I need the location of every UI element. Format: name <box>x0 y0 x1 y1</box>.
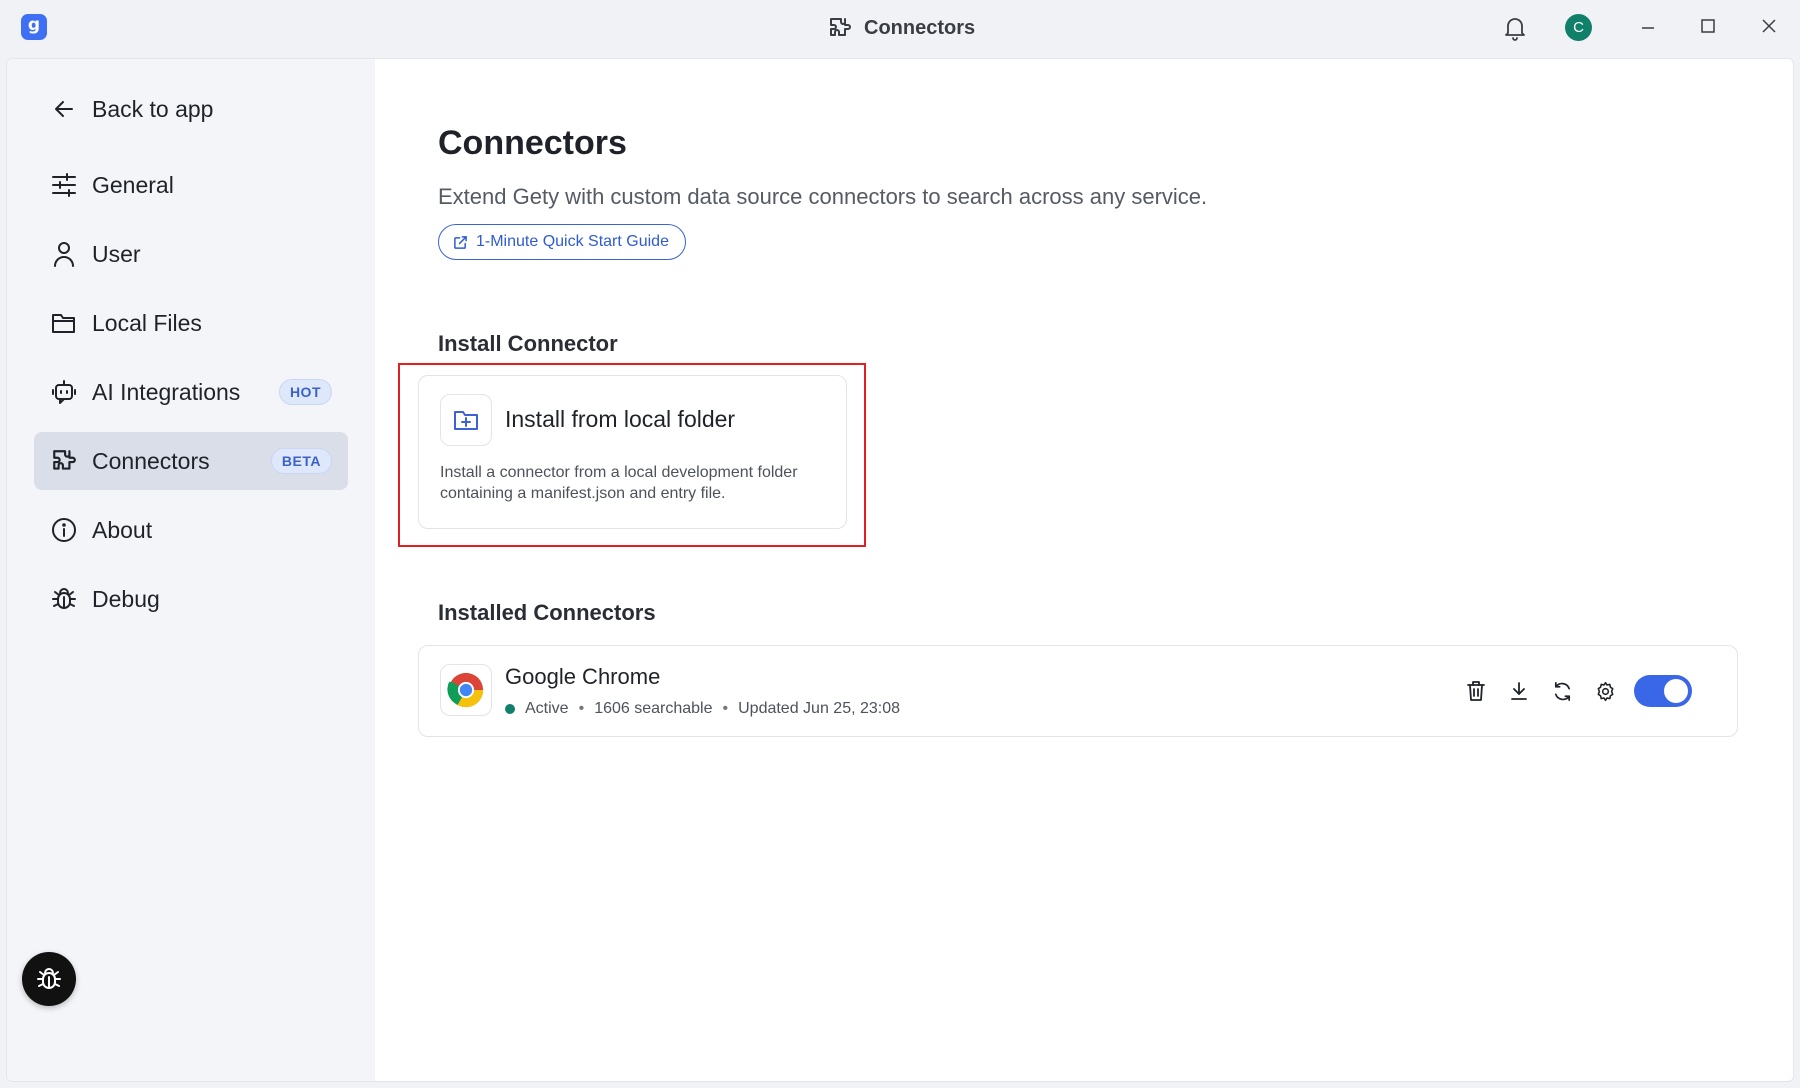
hot-badge: HOT <box>278 379 332 405</box>
install-card-description: Install a connector from a local develop… <box>440 464 798 502</box>
puzzle-icon <box>50 447 78 475</box>
install-from-local-folder-card[interactable]: Install from local folder Install a conn… <box>418 375 847 529</box>
connector-actions <box>1456 670 1692 712</box>
sidebar-item-about[interactable]: About <box>34 501 348 559</box>
updated-timestamp: Updated Jun 25, 23:08 <box>738 700 901 717</box>
bell-icon[interactable] <box>1500 13 1530 43</box>
delete-button[interactable] <box>1456 671 1496 711</box>
minimize-icon[interactable] <box>1634 14 1662 42</box>
window-title: Connectors <box>828 12 975 44</box>
title-bar: g Connectors C <box>0 0 1800 56</box>
page-title: Connectors <box>438 124 627 162</box>
folder-plus-icon <box>440 394 492 446</box>
main-frame: Back to app General User Local Files AI … <box>6 58 1794 1082</box>
download-button[interactable] <box>1499 671 1539 711</box>
sliders-icon <box>50 171 78 199</box>
gear-icon <box>1595 681 1616 702</box>
info-icon <box>50 516 78 544</box>
arrow-left-icon <box>50 95 78 123</box>
settings-button[interactable] <box>1585 671 1625 711</box>
debug-fab-button[interactable] <box>22 952 76 1006</box>
status-dot <box>505 704 515 714</box>
user-icon <box>50 240 78 268</box>
bug-icon <box>50 585 78 613</box>
connector-row: Google Chrome Active • 1606 searchable •… <box>418 645 1738 737</box>
sidebar: Back to app General User Local Files AI … <box>7 59 375 1081</box>
bot-icon <box>50 378 78 406</box>
folder-icon <box>50 309 78 337</box>
sidebar-item-ai-integrations[interactable]: AI Integrations HOT <box>34 363 348 421</box>
refresh-button[interactable] <box>1542 671 1582 711</box>
page-subtitle: Extend Gety with custom data source conn… <box>438 184 1208 209</box>
connector-enabled-toggle[interactable] <box>1634 675 1692 707</box>
puzzle-icon <box>828 16 852 40</box>
trash-icon <box>1466 680 1486 702</box>
toggle-knob <box>1664 679 1688 703</box>
external-link-icon <box>453 235 468 250</box>
status-text: Active <box>525 700 569 717</box>
bug-icon <box>36 966 62 992</box>
download-icon <box>1509 681 1529 701</box>
app-logo: g <box>21 14 47 40</box>
sidebar-item-debug[interactable]: Debug <box>34 570 348 628</box>
back-to-app-link[interactable]: Back to app <box>34 80 348 138</box>
sidebar-item-general[interactable]: General <box>34 156 348 214</box>
close-icon[interactable] <box>1755 12 1783 40</box>
installed-connectors-heading: Installed Connectors <box>438 600 656 625</box>
chrome-logo-icon <box>440 664 492 716</box>
install-connector-heading: Install Connector <box>438 331 618 356</box>
beta-badge: BETA <box>270 448 332 474</box>
install-card-title: Install from local folder <box>505 406 736 432</box>
avatar[interactable]: C <box>1565 14 1592 41</box>
searchable-count: 1606 searchable <box>594 700 713 717</box>
sidebar-item-connectors[interactable]: Connectors BETA <box>34 432 348 490</box>
connector-name: Google Chrome <box>505 664 661 689</box>
refresh-icon <box>1552 681 1573 702</box>
sidebar-item-local-files[interactable]: Local Files <box>34 294 348 352</box>
maximize-icon[interactable] <box>1694 12 1722 40</box>
sidebar-item-user[interactable]: User <box>34 225 348 283</box>
quick-start-guide-button[interactable]: 1-Minute Quick Start Guide <box>438 224 686 260</box>
connector-meta: Active • 1606 searchable • Updated Jun 2… <box>505 700 900 718</box>
